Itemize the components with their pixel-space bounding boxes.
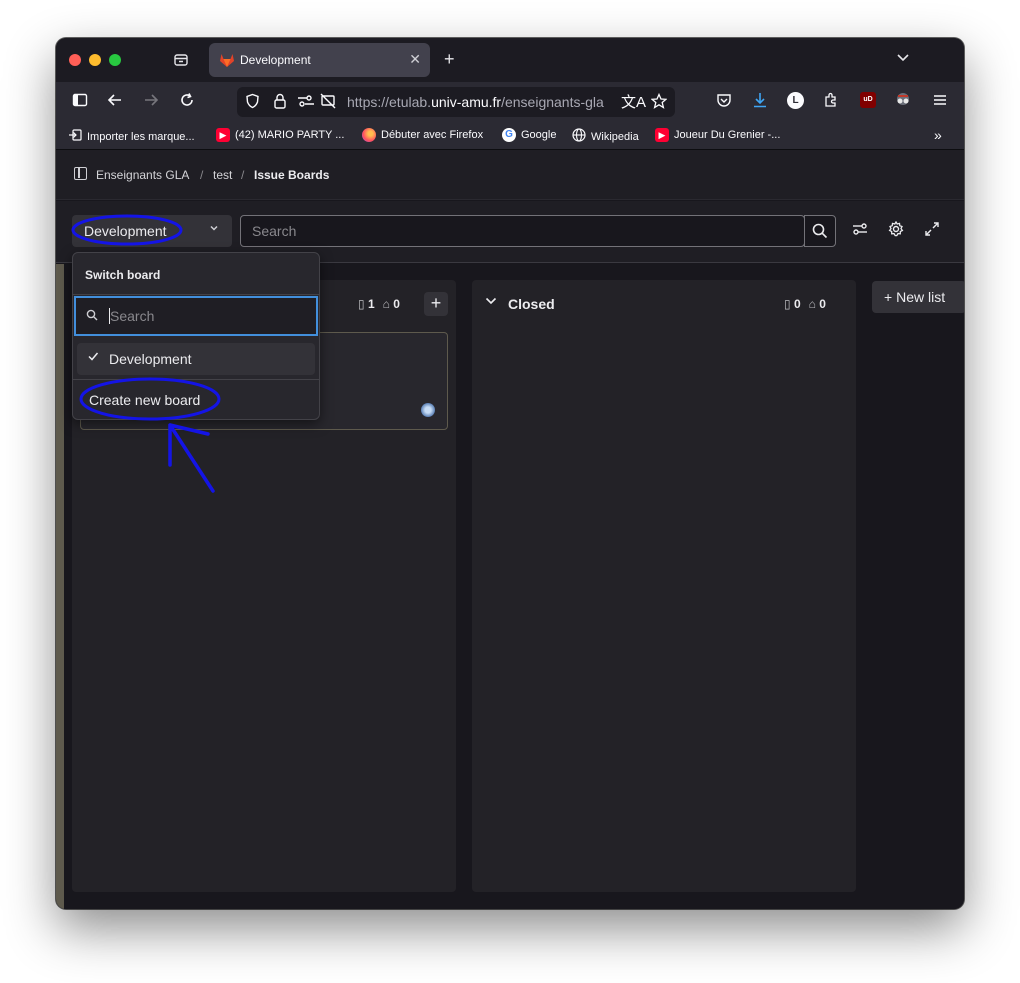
breadcrumb-group[interactable]: Enseignants GLA <box>96 168 189 182</box>
list-counts: ▯ 0 ⌂ 0 <box>784 297 826 311</box>
chevron-down-icon[interactable] <box>484 294 498 311</box>
board-search-input[interactable]: Search <box>74 296 318 336</box>
board-selector-button[interactable]: Development <box>72 215 232 247</box>
bookmark-joueur-du-grenier[interactable]: ▶ Joueur Du Grenier -... <box>655 128 780 142</box>
bookmark-star-icon[interactable] <box>650 92 668 112</box>
weight-count: ⌂ 0 <box>382 297 400 311</box>
weight-icon: ⌂ <box>382 297 390 311</box>
bookmark-google[interactable]: G Google <box>502 128 556 142</box>
board-search-placeholder: Search <box>110 308 155 324</box>
list-title: Closed <box>508 296 555 312</box>
issue-icon: ▯ <box>784 297 791 311</box>
permissions-icon[interactable] <box>297 93 315 112</box>
tracking-blocked-icon[interactable] <box>320 93 336 112</box>
breadcrumb-separator: / <box>241 168 245 182</box>
assignee-avatar[interactable] <box>421 403 435 417</box>
maximize-window-button[interactable] <box>109 54 121 66</box>
back-icon[interactable] <box>107 92 123 113</box>
board-left-rail <box>56 264 64 909</box>
search-placeholder: Search <box>252 223 297 239</box>
board-option-label: Development <box>109 351 192 367</box>
dropdown-header: Switch board <box>85 268 161 282</box>
search-icon <box>86 309 98 324</box>
youtube-icon: ▶ <box>216 128 230 142</box>
close-tab-icon[interactable]: ✕ <box>409 51 421 68</box>
tab-strip: Development ✕ + <box>56 38 964 82</box>
divider <box>73 379 319 380</box>
profile-avatar[interactable]: L <box>787 92 804 109</box>
gitlab-page: Enseignants GLA / test / Issue Boards De… <box>56 150 964 909</box>
bookmark-wikipedia[interactable]: Wikipedia <box>572 128 639 145</box>
tab-development[interactable]: Development ✕ <box>209 43 430 77</box>
pocket-icon[interactable] <box>716 92 732 113</box>
new-tab-icon[interactable]: + <box>444 50 455 68</box>
breadcrumb-project[interactable]: test <box>213 168 232 182</box>
extensions-icon[interactable] <box>823 92 839 113</box>
divider <box>73 294 319 295</box>
reload-icon[interactable] <box>179 92 195 113</box>
gear-icon[interactable] <box>888 220 904 242</box>
breadcrumb: Enseignants GLA / test / Issue Boards <box>56 150 964 200</box>
gitlab-icon <box>220 54 234 67</box>
breadcrumb-current[interactable]: Issue Boards <box>254 168 329 182</box>
more-bookmarks-icon[interactable]: » <box>934 127 942 143</box>
search-button[interactable] <box>804 215 836 247</box>
youtube-icon: ▶ <box>655 128 669 142</box>
navigation-toolbar: https://etulab.univ-amu.fr/enseignants-g… <box>56 82 964 122</box>
weight-count: ⌂ 0 <box>808 297 826 311</box>
globe-icon <box>572 128 586 145</box>
checkmark-icon <box>87 350 99 365</box>
bookmark-mario-party[interactable]: ▶ (42) MARIO PARTY ... <box>216 128 344 142</box>
create-new-board-button[interactable]: Create new board <box>89 392 200 408</box>
sidebar-toggle-icon[interactable] <box>72 92 88 113</box>
tab-groups-icon[interactable] <box>173 52 189 72</box>
import-icon <box>68 128 82 145</box>
browser-window: Development ✕ + https://etulab.univ-amu.… <box>56 38 964 909</box>
tab-title: Development <box>240 53 311 67</box>
breadcrumb-separator: / <box>200 168 204 182</box>
switch-board-dropdown: Switch board Search Development Create n… <box>72 252 320 420</box>
firefox-icon <box>362 128 376 142</box>
issue-icon: ▯ <box>358 297 365 311</box>
board-option-development[interactable]: Development <box>77 343 315 375</box>
issues-count: ▯ 0 <box>784 297 801 311</box>
translate-icon[interactable]: 文A <box>621 91 646 112</box>
ublock-origin-icon[interactable]: uD <box>860 92 876 108</box>
weight-icon: ⌂ <box>808 297 816 311</box>
sidebar-toggle-icon[interactable] <box>74 167 87 180</box>
app-menu-icon[interactable] <box>932 92 948 113</box>
filter-search-input[interactable]: Search <box>240 215 805 247</box>
forward-icon[interactable] <box>143 92 159 113</box>
shield-icon[interactable] <box>245 93 260 112</box>
url-text[interactable]: https://etulab.univ-amu.fr/enseignants-g… <box>347 94 604 110</box>
list-all-tabs-icon[interactable] <box>896 51 910 69</box>
bookmarks-toolbar: Importer les marque... ▶ (42) MARIO PART… <box>56 122 964 150</box>
board-list-closed: Closed ▯ 0 ⌂ 0 <box>472 280 856 892</box>
close-window-button[interactable] <box>69 54 81 66</box>
list-counts: ▯ 1 ⌂ 0 <box>358 297 400 311</box>
extension-glasses-icon[interactable] <box>894 93 912 112</box>
new-list-button[interactable]: + New list <box>872 281 964 313</box>
chevron-down-icon <box>208 222 220 237</box>
plus-icon: + <box>884 289 893 305</box>
address-bar[interactable]: https://etulab.univ-amu.fr/enseignants-g… <box>237 87 675 117</box>
downloads-icon[interactable] <box>752 92 768 113</box>
lock-icon[interactable] <box>273 93 287 112</box>
bookmark-import[interactable]: Importer les marque... <box>68 128 195 145</box>
minimize-window-button[interactable] <box>89 54 101 66</box>
search-icon <box>812 223 828 239</box>
add-issue-button[interactable]: + <box>424 292 448 316</box>
bookmark-firefox[interactable]: Débuter avec Firefox <box>362 128 483 142</box>
board-selector-label: Development <box>84 223 167 239</box>
google-icon: G <box>502 128 516 142</box>
fullscreen-icon[interactable] <box>924 221 940 242</box>
issues-count: ▯ 1 <box>358 297 375 311</box>
board-options-icon[interactable] <box>852 221 868 242</box>
